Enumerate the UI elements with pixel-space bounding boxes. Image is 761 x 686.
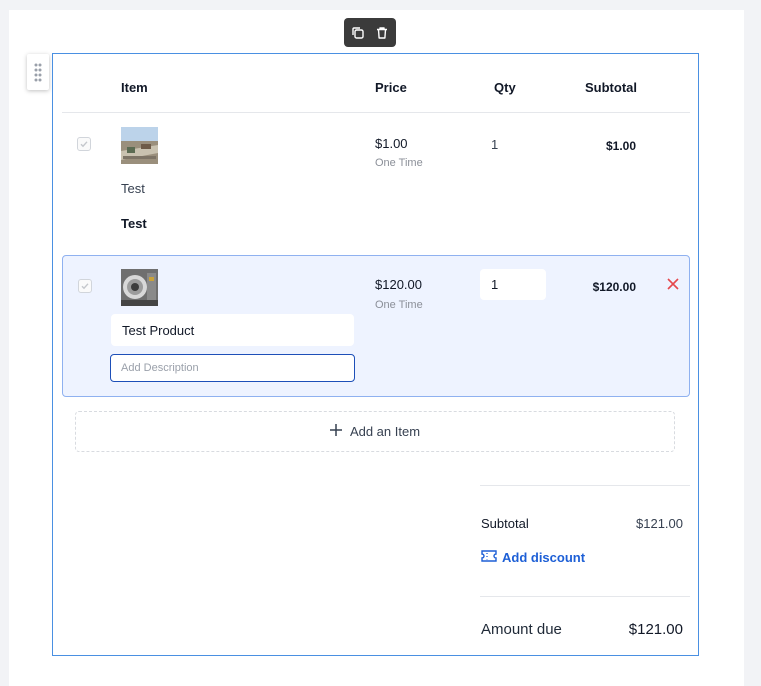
item-name: Test <box>121 181 145 196</box>
item-frequency: One Time <box>375 157 423 169</box>
plus-icon <box>329 424 342 439</box>
item-frequency: One Time <box>375 299 423 311</box>
row-checkbox[interactable] <box>78 279 92 293</box>
trash-icon[interactable] <box>373 24 391 42</box>
item-price: $1.00 <box>375 136 408 151</box>
item-price: $120.00 <box>375 277 422 292</box>
amount-due-value: $121.00 <box>628 621 683 638</box>
subtotal-value: $121.00 <box>636 516 683 531</box>
add-discount-button[interactable]: Add discount <box>481 549 585 566</box>
item-description-input[interactable] <box>110 354 355 382</box>
add-item-button[interactable]: Add an Item <box>75 411 675 452</box>
block-toolbar <box>344 18 396 47</box>
subtotal-label: Subtotal <box>481 516 529 531</box>
row-checkbox[interactable] <box>77 137 91 151</box>
item-qty: 1 <box>491 137 499 152</box>
header-divider <box>62 112 690 113</box>
item-subtotal: $1.00 <box>605 139 636 153</box>
item-description: Test <box>121 216 147 231</box>
header-qty: Qty <box>494 80 516 95</box>
item-name-input[interactable] <box>111 314 354 346</box>
summary-divider <box>480 485 690 486</box>
header-subtotal: Subtotal <box>585 80 637 95</box>
duplicate-icon[interactable] <box>349 24 367 42</box>
amount-due-label: Amount due <box>481 621 562 638</box>
add-item-label: Add an Item <box>349 424 421 439</box>
item-subtotal: $120.00 <box>592 280 636 294</box>
product-image <box>121 269 158 306</box>
header-price: Price <box>375 80 407 95</box>
ticket-icon <box>481 549 497 566</box>
add-discount-label: Add discount <box>502 550 586 565</box>
product-image <box>121 127 158 164</box>
quantity-input[interactable] <box>480 269 546 300</box>
close-icon[interactable] <box>666 277 680 291</box>
drag-handle-icon[interactable] <box>27 54 49 90</box>
summary-divider <box>480 596 690 597</box>
header-item: Item <box>121 80 148 95</box>
